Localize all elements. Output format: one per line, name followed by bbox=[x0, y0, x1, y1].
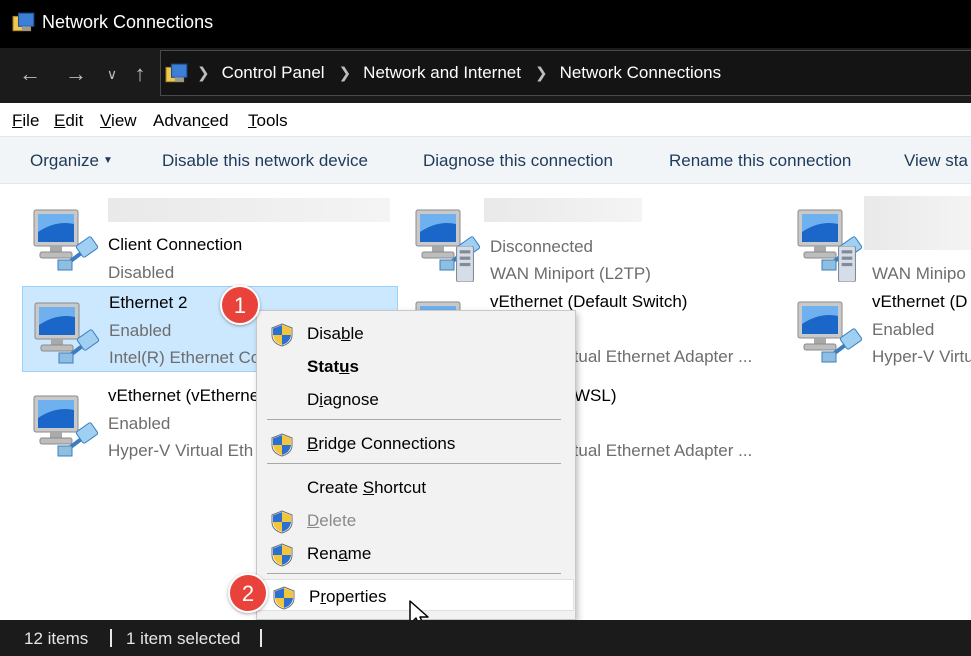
up-arrow-icon[interactable]: ↑ bbox=[126, 60, 154, 88]
breadcrumb-chevron-icon[interactable]: ❯ bbox=[339, 64, 352, 82]
command-bar: Organize ▼ Disable this network device Di… bbox=[0, 136, 971, 184]
connection-status: Enabled bbox=[108, 414, 171, 433]
server-icon bbox=[838, 246, 856, 282]
menu-bar: File Edit View Advanced Tools bbox=[0, 103, 971, 136]
connection-device: WAN Minipo bbox=[872, 264, 966, 283]
connection-name: vEthernet (vEtherne bbox=[108, 386, 260, 405]
uac-shield-icon bbox=[273, 586, 295, 610]
item-count: 12 items bbox=[24, 629, 89, 648]
step-badge-1: 1 bbox=[220, 285, 260, 325]
context-menu: Disable Status Diagnose Bridge Connectio… bbox=[256, 310, 576, 620]
status-separator bbox=[110, 629, 112, 647]
breadcrumb-network-and-internet[interactable]: Network and Internet bbox=[363, 63, 521, 83]
step-badge-2: 2 bbox=[228, 573, 268, 613]
menu-divider bbox=[267, 419, 561, 420]
redacted-name bbox=[864, 196, 971, 250]
connection-status: Disconnected bbox=[490, 237, 594, 256]
disable-device-button[interactable]: Disable this network device bbox=[162, 151, 368, 171]
connection-status: Disabled bbox=[108, 263, 175, 282]
view-status-button[interactable]: View sta bbox=[904, 151, 968, 171]
menu-edit[interactable]: Edit bbox=[54, 111, 83, 131]
menu-item-delete: Delete bbox=[257, 504, 575, 536]
list-item[interactable]: Client Connection Disabled bbox=[22, 194, 402, 282]
menu-item-rename[interactable]: Rename bbox=[257, 537, 575, 569]
uac-shield-icon bbox=[271, 543, 293, 567]
breadcrumb-network-connections[interactable]: Network Connections bbox=[560, 63, 722, 83]
address-bar[interactable]: ❯ Control Panel ❯ Network and Internet ❯… bbox=[160, 50, 971, 96]
connection-device: rtual Ethernet Adapter ... bbox=[568, 347, 753, 366]
status-separator bbox=[260, 629, 262, 647]
caret-down-icon: ▼ bbox=[102, 155, 113, 166]
back-arrow-icon[interactable]: ← bbox=[16, 60, 44, 88]
network-adapter-icon bbox=[32, 208, 100, 272]
recent-locations-chevron-icon[interactable]: ∨ bbox=[98, 60, 126, 88]
uac-shield-icon bbox=[271, 323, 293, 347]
menu-divider bbox=[267, 573, 561, 574]
connection-name: WSL) bbox=[574, 386, 617, 405]
list-item[interactable]: WAN Minipo bbox=[786, 194, 971, 283]
menu-advanced[interactable]: Advanced bbox=[153, 111, 229, 131]
connection-device: rtual Ethernet Adapter ... bbox=[568, 441, 753, 460]
selection-count: 1 item selected bbox=[126, 629, 241, 648]
connection-status: Enabled bbox=[872, 320, 935, 339]
connection-name: Ethernet 2 bbox=[109, 293, 188, 312]
list-item[interactable]: Disconnected WAN Miniport (L2TP) bbox=[404, 194, 784, 283]
organize-button[interactable]: Organize ▼ bbox=[30, 151, 113, 171]
connection-device: WAN Miniport (L2TP) bbox=[490, 264, 651, 283]
status-bar: 12 items 1 item selected bbox=[0, 620, 971, 656]
redacted-name bbox=[108, 198, 390, 222]
connection-device: Intel(R) Ethernet Co bbox=[109, 348, 261, 367]
menu-item-bridge-connections[interactable]: Bridge Connections bbox=[257, 427, 575, 459]
network-connections-icon bbox=[165, 63, 188, 83]
network-adapter-icon bbox=[32, 394, 100, 458]
redacted-name bbox=[484, 198, 642, 222]
connection-name: vEthernet (Default Switch) bbox=[490, 292, 688, 311]
server-icon bbox=[456, 246, 474, 282]
breadcrumb-chevron-icon[interactable]: ❯ bbox=[535, 64, 548, 82]
uac-shield-icon bbox=[271, 510, 293, 534]
breadcrumb: ❯ Control Panel ❯ Network and Internet ❯… bbox=[197, 63, 721, 83]
network-connections-icon bbox=[12, 12, 35, 32]
forward-arrow-icon[interactable]: → bbox=[62, 60, 90, 88]
connection-device: Hyper-V Virtu bbox=[872, 347, 971, 366]
menu-tools[interactable]: Tools bbox=[248, 111, 288, 131]
breadcrumb-control-panel[interactable]: Control Panel bbox=[222, 63, 325, 83]
menu-item-create-shortcut[interactable]: Create Shortcut bbox=[257, 471, 575, 503]
title-bar: Network Connections bbox=[0, 0, 971, 48]
menu-item-disable[interactable]: Disable bbox=[257, 317, 575, 349]
menu-view[interactable]: View bbox=[100, 111, 137, 131]
breadcrumb-chevron-icon[interactable]: ❯ bbox=[197, 64, 210, 82]
menu-item-diagnose[interactable]: Diagnose bbox=[257, 383, 575, 415]
menu-file[interactable]: File bbox=[12, 111, 39, 131]
rename-connection-button[interactable]: Rename this connection bbox=[669, 151, 851, 171]
network-adapter-icon bbox=[33, 301, 101, 365]
menu-divider bbox=[267, 463, 561, 464]
diagnose-connection-button[interactable]: Diagnose this connection bbox=[423, 151, 613, 171]
uac-shield-icon bbox=[271, 433, 293, 457]
connection-status: Enabled bbox=[109, 321, 172, 340]
list-item[interactable]: vEthernet (D Enabled Hyper-V Virtu bbox=[786, 286, 971, 372]
connection-name: vEthernet (D bbox=[872, 292, 968, 311]
window-title: Network Connections bbox=[42, 12, 214, 32]
network-adapter-icon bbox=[796, 300, 864, 364]
connection-device: Hyper-V Virtual Eth bbox=[108, 441, 254, 460]
navigation-bar: ← → ∨ ↑ ❯ Control Panel ❯ Network and In… bbox=[0, 48, 971, 103]
menu-item-status[interactable]: Status bbox=[257, 350, 575, 382]
connection-name: Client Connection bbox=[108, 235, 243, 254]
